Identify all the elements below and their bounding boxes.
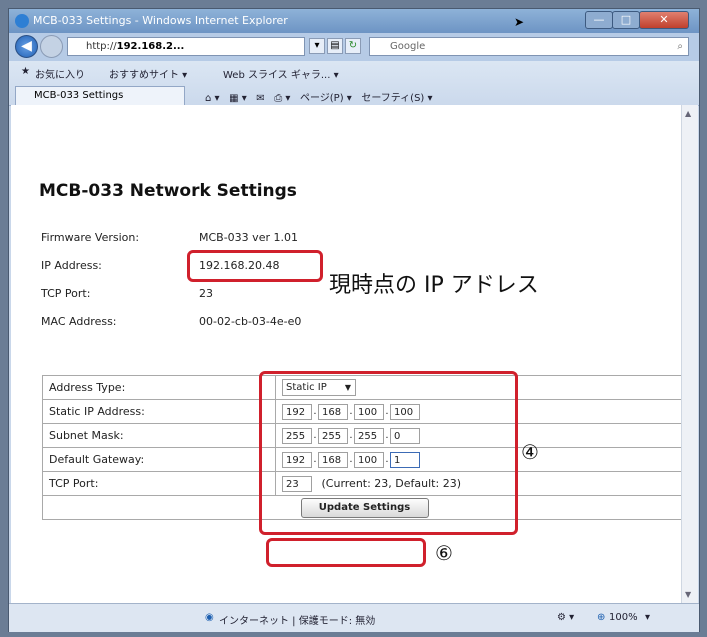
form-fields-highlight — [259, 371, 518, 535]
browser-window: MCB-033 Settings - Windows Internet Expl… — [8, 8, 700, 632]
step-6-annotation: ⑥ — [435, 541, 453, 565]
zoom-dropdown-icon[interactable]: ▾ — [645, 612, 650, 623]
zoom-icon: ⊕ — [597, 612, 606, 623]
title-bar: MCB-033 Settings - Windows Internet Expl… — [9, 9, 699, 33]
update-button-highlight — [266, 538, 426, 567]
page-menu[interactable]: ページ(P) ▾ — [300, 93, 352, 104]
mouse-cursor-icon: ➤ — [514, 15, 525, 29]
step-4-annotation: ④ — [521, 440, 539, 464]
favorites-bar: ★ お気に入り おすすめサイト ▾ Web スライス ギャラ... ▾ MCB-… — [9, 61, 699, 106]
safety-menu[interactable]: セーフティ(S) ▾ — [361, 93, 432, 104]
mac-address-value: 00-02-cb-03-4e-e0 — [199, 315, 302, 328]
protected-mode-icon[interactable]: ⚙ ▾ — [557, 612, 574, 623]
subnet-mask-label: Subnet Mask: — [42, 423, 276, 448]
refresh-icon[interactable]: ↻ — [345, 38, 361, 54]
address-dropdown-button[interactable]: ▾ — [309, 38, 325, 54]
security-zone-text: インターネット | 保護モード: 無効 — [219, 616, 376, 627]
status-bar: ◉ インターネット | 保護モード: 無効 ⚙ ▾ ⊕ 100% ▾ — [9, 603, 699, 632]
command-bar: ⌂ ▾ ▦ ▾ ✉ ⎙ ▾ ページ(P) ▾ セーフティ(S) ▾ — [205, 89, 433, 104]
scroll-up-icon[interactable]: ▲ — [685, 109, 691, 118]
address-prefix: http:// — [86, 41, 117, 52]
page-title: MCB-033 Network Settings — [39, 181, 297, 201]
zoom-level[interactable]: 100% — [609, 612, 638, 623]
search-icon[interactable]: ⌕ — [677, 38, 683, 55]
default-gateway-label: Default Gateway: — [42, 447, 276, 472]
internet-explorer-icon — [15, 14, 29, 28]
firmware-version-value: MCB-033 ver 1.01 — [199, 231, 298, 244]
maximize-button[interactable]: □ — [612, 11, 640, 29]
web-slice-gallery-link[interactable]: Web スライス ギャラ... ▾ — [223, 66, 339, 81]
tcp-port-value: 23 — [199, 287, 213, 300]
tcp-port-field-label: TCP Port: — [42, 471, 276, 496]
address-host: 192.168.2... — [116, 41, 185, 52]
firmware-version-label: Firmware Version: — [41, 231, 140, 244]
forward-button[interactable] — [40, 35, 63, 58]
feeds-icon[interactable]: ▦ ▾ — [229, 93, 247, 104]
back-button[interactable]: ◀ — [15, 35, 38, 58]
ip-address-highlight — [187, 250, 323, 282]
minimize-button[interactable]: — — [585, 11, 613, 29]
close-button[interactable]: ✕ — [639, 11, 689, 29]
favorites-star-icon: ★ — [21, 66, 30, 77]
page-content: MCB-033 Network Settings Firmware Versio… — [11, 105, 687, 603]
address-input[interactable]: http://192.168.2... — [67, 37, 305, 56]
tcp-port-label: TCP Port: — [41, 287, 91, 300]
current-ip-annotation: 現時点の IP アドレス — [329, 273, 539, 298]
address-bar-row: ◀ http://192.168.2... ▾ ▤ ↻ Google ⌕ — [9, 33, 699, 61]
internet-zone-icon: ◉ — [205, 612, 214, 623]
ip-address-label: IP Address: — [41, 259, 102, 272]
suggested-sites-link[interactable]: おすすめサイト ▾ — [109, 66, 187, 81]
search-placeholder: Google — [390, 41, 426, 52]
mac-address-label: MAC Address: — [41, 315, 117, 328]
mail-icon[interactable]: ✉ — [256, 93, 264, 104]
tab-label: MCB-033 Settings — [34, 90, 124, 101]
compatibility-view-icon[interactable]: ▤ — [327, 38, 343, 54]
tab-mcb-033-settings[interactable]: MCB-033 Settings — [15, 86, 185, 105]
favorites-button[interactable]: お気に入り — [35, 66, 85, 81]
vertical-scrollbar[interactable]: ▲ ▼ — [681, 105, 698, 603]
print-icon[interactable]: ⎙ ▾ — [274, 93, 290, 104]
window-title: MCB-033 Settings - Windows Internet Expl… — [33, 14, 288, 27]
static-ip-label: Static IP Address: — [42, 399, 276, 424]
home-icon[interactable]: ⌂ ▾ — [205, 93, 220, 104]
scroll-down-icon[interactable]: ▼ — [685, 590, 691, 599]
search-input[interactable]: Google ⌕ — [369, 37, 689, 56]
address-type-label: Address Type: — [42, 375, 276, 400]
